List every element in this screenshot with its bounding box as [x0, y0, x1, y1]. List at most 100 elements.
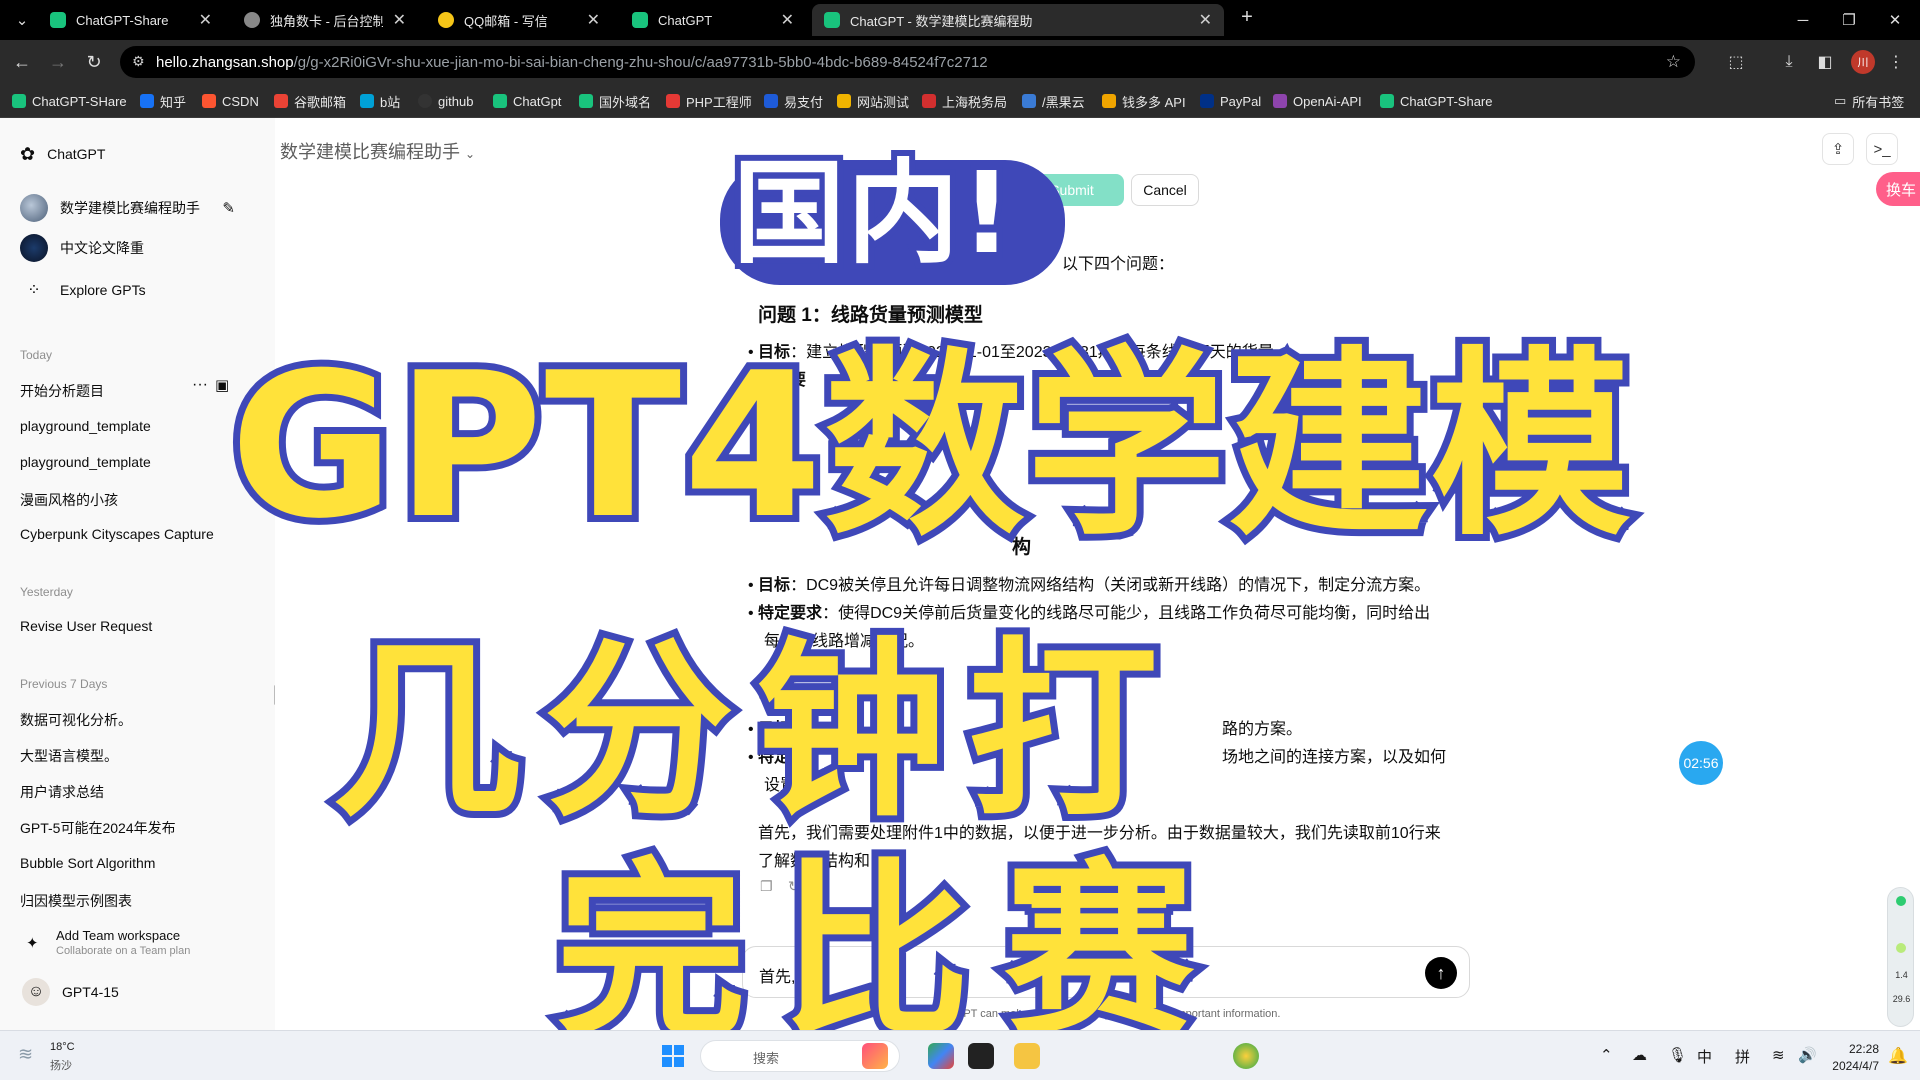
bookmark-item[interactable]: b站 — [360, 92, 400, 110]
close-window-button[interactable]: ✕ — [1872, 0, 1918, 40]
tab-title: ChatGPT-Share — [76, 12, 169, 28]
bookmark-item[interactable]: 上海税务局 — [922, 92, 1007, 110]
send-button[interactable]: ↑ — [1425, 957, 1457, 989]
ime-mode[interactable]: 中 — [1697, 1046, 1712, 1067]
url-bar[interactable]: ⚙ hello.zhangsan.shop/g/g-x2Ri0iGVr-shu-… — [120, 46, 1695, 78]
add-team-workspace[interactable]: ✦ Add Team workspace Collaborate on a Te… — [20, 926, 260, 966]
bookmark-item[interactable]: 谷歌邮箱 — [274, 92, 346, 110]
tab-title: ChatGPT — [658, 12, 713, 28]
bookmark-item[interactable]: /黑果云 — [1022, 92, 1085, 110]
bookmark-item[interactable]: OpenAi-API — [1273, 92, 1362, 110]
ime-pinyin[interactable]: 拼 — [1735, 1046, 1750, 1067]
history-item[interactable]: Revise User Request — [20, 618, 152, 634]
volume-icon[interactable]: 🔊 — [1798, 1046, 1817, 1064]
site-info-icon[interactable]: ⚙ — [132, 53, 145, 70]
history-item[interactable]: Cyberpunk Cityscapes Capture — [20, 526, 214, 542]
recording-timer[interactable]: 02:56 — [1679, 741, 1723, 785]
bookmark-item[interactable]: github — [418, 92, 473, 110]
close-tab-icon[interactable]: ✕ — [393, 10, 406, 30]
history-item[interactable]: playground_template — [20, 454, 151, 470]
weather-wind-icon[interactable]: ≋ — [18, 1044, 42, 1064]
weather-temp[interactable]: 18°C — [50, 1041, 75, 1053]
gpt-avatar — [20, 234, 48, 262]
tab-search-icon[interactable]: ⌄ — [10, 0, 34, 40]
bookmark-item[interactable]: CSDN — [202, 92, 259, 110]
forward-arrow-icon[interactable]: → — [44, 48, 72, 76]
history-item[interactable]: playground_template — [20, 418, 151, 434]
bookmark-item[interactable]: ChatGPT-Share — [1380, 92, 1493, 110]
extensions-icon[interactable]: ⬚ — [1724, 50, 1748, 74]
sidebar-gpt-item[interactable]: 中文论文降重 — [20, 234, 144, 262]
history-item[interactable]: GPT-5可能在2024年发布 — [20, 818, 176, 838]
browser-tab[interactable]: 独角数卡 - 后台控制中心 | 订单 ✕ — [232, 4, 418, 36]
bookmark-item[interactable]: ChatGpt — [493, 92, 561, 110]
new-chat-edit-icon[interactable]: ✎ — [222, 199, 235, 217]
sidepanel-icon[interactable]: ◧ — [1813, 50, 1837, 74]
history-item[interactable]: 数据可视化分析。 — [20, 710, 132, 730]
close-tab-icon[interactable]: ✕ — [1199, 10, 1212, 30]
bookmark-item[interactable]: 钱多多 API — [1102, 92, 1186, 110]
clock-time[interactable]: 22:28 — [1829, 1042, 1879, 1056]
clock-date[interactable]: 2024/4/7 — [1821, 1059, 1879, 1073]
history-item[interactable]: Bubble Sort Algorithm — [20, 855, 155, 871]
more-options-icon[interactable]: ··· — [192, 376, 208, 394]
sidebar-gpt-item[interactable]: 数学建模比赛编程助手 ✎ — [20, 194, 235, 222]
browser-tab[interactable]: QQ邮箱 - 写信 ✕ — [426, 4, 612, 36]
bookmark-item[interactable]: 国外域名 — [579, 92, 651, 110]
weather-desc[interactable]: 扬沙 — [50, 1057, 72, 1073]
minimize-button[interactable]: ─ — [1780, 0, 1826, 40]
reload-icon[interactable]: ↻ — [80, 48, 108, 76]
microphone-icon[interactable]: 🎙 — [1668, 1046, 1687, 1064]
bookmark-item[interactable]: ChatGPT-SHare — [12, 92, 127, 110]
history-heading: Yesterday — [20, 585, 73, 599]
menu-kebab-icon[interactable]: ⋮ — [1884, 50, 1908, 74]
terminal-app-icon[interactable] — [968, 1043, 994, 1069]
browser-tab-active[interactable]: ChatGPT - 数学建模比赛编程助 ✕ — [812, 4, 1224, 36]
history-item[interactable]: 归因模型示例图表 — [20, 891, 132, 911]
file-explorer-icon[interactable] — [1014, 1043, 1040, 1069]
chrome-app-icon[interactable] — [1233, 1043, 1259, 1069]
browser-tab[interactable]: ChatGPT ✕ — [620, 4, 806, 36]
cancel-button[interactable]: Cancel — [1131, 174, 1199, 206]
close-tab-icon[interactable]: ✕ — [587, 10, 600, 30]
windows-start-icon[interactable] — [662, 1045, 684, 1067]
user-avatar: ☺ — [22, 978, 50, 1006]
bookmark-star-icon[interactable]: ☆ — [1666, 52, 1681, 72]
bookmark-item[interactable]: PHP工程师 — [666, 92, 752, 110]
browser-tab[interactable]: ChatGPT-Share ✕ — [38, 4, 224, 36]
url-host: hello.zhangsan.shop — [156, 53, 294, 71]
download-icon[interactable]: ⤓ — [1777, 50, 1801, 74]
new-tab-button[interactable]: + — [1233, 6, 1261, 29]
history-item[interactable]: 漫画风格的小孩 — [20, 490, 118, 510]
history-item[interactable]: 用户请求总结 — [20, 782, 104, 802]
sidebar-brand[interactable]: ✿ ChatGPT — [20, 140, 105, 168]
back-arrow-icon[interactable]: ← — [8, 48, 36, 76]
close-tab-icon[interactable]: ✕ — [199, 10, 212, 30]
bookmark-item[interactable]: 网站测试 — [837, 92, 909, 110]
wifi-icon[interactable]: ≋ — [1772, 1046, 1785, 1064]
history-item[interactable]: 大型语言模型。 — [20, 746, 118, 766]
restore-button[interactable]: ❐ — [1826, 0, 1872, 40]
app-icon[interactable] — [862, 1043, 888, 1069]
brand-label: ChatGPT — [47, 146, 106, 162]
history-item[interactable]: 开始分析题目 — [20, 381, 104, 401]
terminal-button[interactable]: >_ — [1866, 133, 1898, 165]
switch-car-button[interactable]: 换车 — [1876, 172, 1920, 206]
bookmark-item[interactable]: PayPal — [1200, 92, 1261, 110]
close-tab-icon[interactable]: ✕ — [781, 10, 794, 30]
sparkle-icon: ✦ — [26, 935, 39, 952]
all-bookmarks-folder[interactable]: ▭ 所有书签 — [1834, 92, 1904, 110]
profile-avatar[interactable]: 川 — [1851, 50, 1875, 74]
archive-icon[interactable]: ▣ — [215, 376, 229, 394]
bookmark-item[interactable]: 易支付 — [764, 92, 823, 110]
onedrive-cloud-icon[interactable]: ☁ — [1632, 1046, 1647, 1064]
explore-gpts[interactable]: ⁘ Explore GPTs — [20, 276, 145, 304]
upload-speed: 1.4 — [1895, 970, 1908, 980]
bookmark-item[interactable]: 知乎 — [140, 92, 186, 110]
user-menu[interactable]: ☺ GPT4-15 — [22, 978, 119, 1006]
tray-chevron-up-icon[interactable]: ⌃ — [1600, 1046, 1613, 1064]
gpt-title-dropdown[interactable]: 数学建模比赛编程助手 ⌄ — [280, 138, 475, 164]
share-button[interactable]: ⇪ — [1822, 133, 1854, 165]
notification-bell-icon[interactable]: 🔔 — [1888, 1046, 1908, 1066]
app-icon[interactable] — [928, 1043, 954, 1069]
